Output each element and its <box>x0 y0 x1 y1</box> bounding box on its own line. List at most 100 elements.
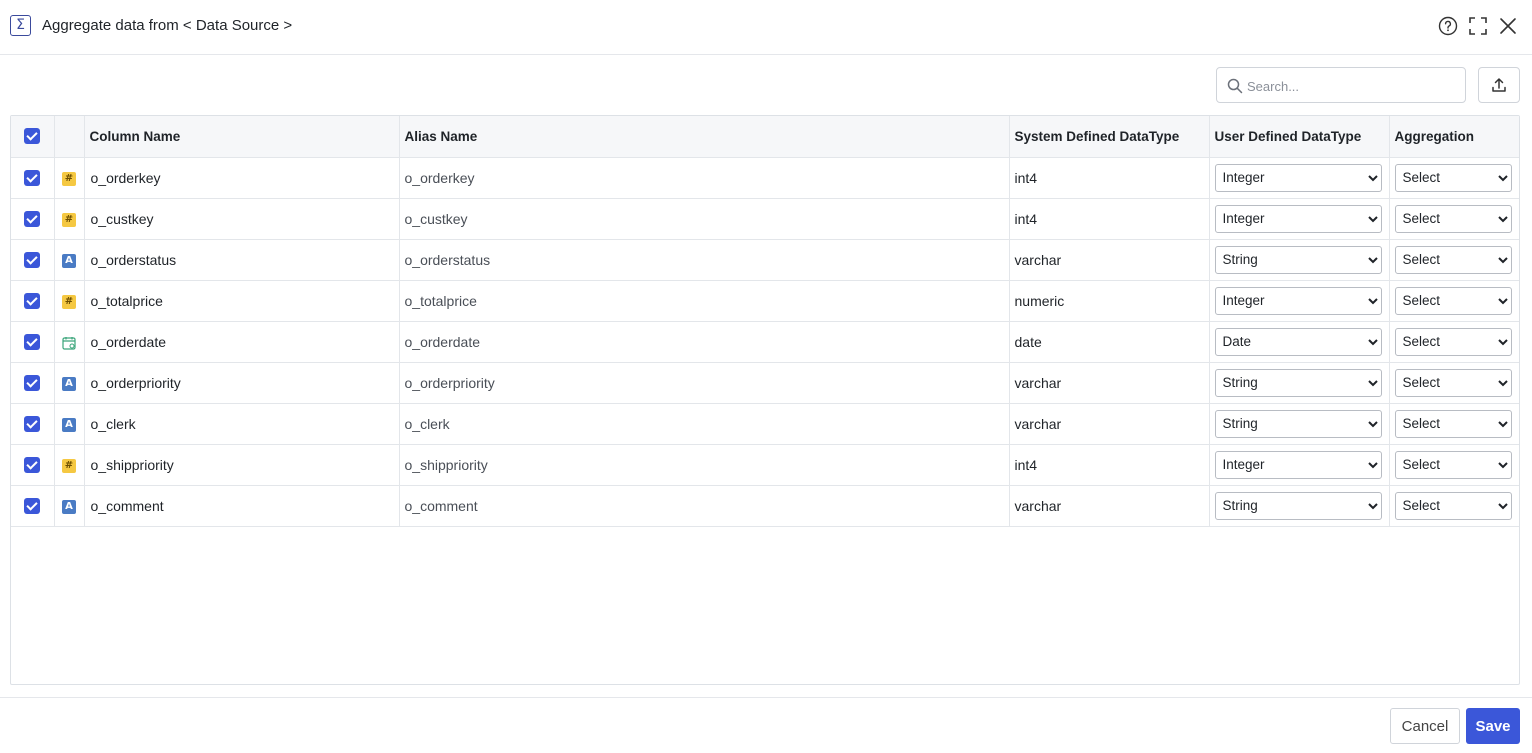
close-button[interactable] <box>1497 15 1519 37</box>
number-icon: # <box>62 171 76 186</box>
user-type-select[interactable]: Integer <box>1214 163 1382 192</box>
aggregation-select[interactable]: Select <box>1394 450 1512 479</box>
alias-name-header[interactable]: Alias Name <box>399 116 1010 158</box>
aggregation-select[interactable]: Select <box>1394 491 1512 520</box>
user-type-select[interactable]: String <box>1214 368 1382 397</box>
columns-table: Column Name Alias Name System Defined Da… <box>11 116 1519 527</box>
row-checkbox[interactable] <box>24 170 41 187</box>
type-icon-header <box>54 116 85 158</box>
row-type-cell: A <box>54 239 85 281</box>
close-icon <box>1500 18 1516 34</box>
aggregation-cell: Select <box>1389 321 1519 363</box>
aggregation-cell: Select <box>1389 198 1519 240</box>
row-checkbox-cell <box>11 157 55 199</box>
save-button[interactable]: Save <box>1466 708 1520 744</box>
column-name-cell: o_custkey <box>84 198 400 240</box>
row-checkbox[interactable] <box>24 375 41 392</box>
aggregation-select[interactable]: Select <box>1394 204 1512 233</box>
alias-name-cell[interactable]: o_totalprice <box>399 280 1010 322</box>
column-name-header[interactable]: Column Name <box>84 116 400 158</box>
user-type-cell: Date <box>1209 321 1390 363</box>
date-icon <box>62 336 76 350</box>
aggregation-select[interactable]: Select <box>1394 327 1512 356</box>
aggregation-select[interactable]: Select <box>1394 409 1512 438</box>
alias-name-cell[interactable]: o_orderdate <box>399 321 1010 363</box>
aggregation-header[interactable]: Aggregation <box>1389 116 1519 158</box>
system-type-cell: varchar <box>1009 485 1210 527</box>
user-type-cell: String <box>1209 239 1390 281</box>
table-row: # o_orderkey o_orderkey int4 Integer Select <box>11 157 1519 199</box>
aggregation-cell: Select <box>1389 444 1519 486</box>
user-type-cell: Integer <box>1209 157 1390 199</box>
user-type-select[interactable]: Date <box>1214 327 1382 356</box>
table-row: Ao_clerk o_clerk varchar String Select <box>11 403 1519 445</box>
row-type-cell: A <box>54 485 85 527</box>
alias-name-cell[interactable]: o_clerk <box>399 403 1010 445</box>
column-name-cell: o_orderkey <box>84 157 400 199</box>
user-type-cell: String <box>1209 403 1390 445</box>
user-type-cell: String <box>1209 485 1390 527</box>
alias-name-cell[interactable]: o_custkey <box>399 198 1010 240</box>
alias-name-cell[interactable]: o_orderstatus <box>399 239 1010 281</box>
alias-name-cell[interactable]: o_orderpriority <box>399 362 1010 404</box>
upload-button[interactable] <box>1478 67 1520 103</box>
aggregation-cell: Select <box>1389 280 1519 322</box>
alias-name-cell[interactable]: o_shippriority <box>399 444 1010 486</box>
aggregation-select[interactable]: Select <box>1394 245 1512 274</box>
user-type-select[interactable]: String <box>1214 491 1382 520</box>
column-name-cell: o_comment <box>84 485 400 527</box>
user-type-select[interactable]: Integer <box>1214 450 1382 479</box>
dialog-title: Aggregate data from < Data Source > <box>42 17 293 34</box>
user-type-select[interactable]: Integer <box>1214 286 1382 315</box>
row-checkbox-cell <box>11 362 55 404</box>
system-type-cell: int4 <box>1009 157 1210 199</box>
user-type-cell: String <box>1209 362 1390 404</box>
row-checkbox[interactable] <box>24 457 41 474</box>
user-type-header[interactable]: User Defined DataType <box>1209 116 1390 158</box>
system-type-header[interactable]: System Defined DataType <box>1009 116 1210 158</box>
column-name-cell: o_orderdate <box>84 321 400 363</box>
string-icon: A <box>62 253 76 268</box>
row-checkbox[interactable] <box>24 293 41 310</box>
row-type-cell: # <box>54 198 85 240</box>
user-type-select[interactable]: String <box>1214 409 1382 438</box>
column-name-cell: o_totalprice <box>84 280 400 322</box>
alias-name-cell[interactable]: o_orderkey <box>399 157 1010 199</box>
calendar-icon <box>62 336 76 350</box>
select-all-checkbox[interactable] <box>24 128 41 145</box>
table-row: Ao_orderstatus o_orderstatus varchar String… <box>11 239 1519 281</box>
expand-icon <box>1469 17 1487 35</box>
search-box <box>1216 67 1466 103</box>
user-type-select[interactable]: String <box>1214 245 1382 274</box>
row-checkbox[interactable] <box>24 252 41 269</box>
user-type-select[interactable]: Integer <box>1214 204 1382 233</box>
string-icon: A <box>62 499 76 514</box>
row-checkbox-cell <box>11 403 55 445</box>
user-type-cell: Integer <box>1209 444 1390 486</box>
table-row: Ao_comment o_comment varchar String Select <box>11 485 1519 527</box>
row-checkbox[interactable] <box>24 416 41 433</box>
aggregation-cell: Select <box>1389 157 1519 199</box>
help-button[interactable] <box>1437 15 1459 37</box>
search-input[interactable] <box>1247 76 1457 96</box>
row-checkbox-cell <box>11 444 55 486</box>
row-checkbox[interactable] <box>24 211 41 228</box>
aggregation-select[interactable]: Select <box>1394 163 1512 192</box>
aggregation-select[interactable]: Select <box>1394 368 1512 397</box>
row-checkbox-cell <box>11 485 55 527</box>
system-type-cell: varchar <box>1009 403 1210 445</box>
number-icon: # <box>62 212 76 227</box>
row-checkbox-cell <box>11 280 55 322</box>
table-row: # o_totalprice o_totalprice numeric Integer S… <box>11 280 1519 322</box>
system-type-cell: varchar <box>1009 362 1210 404</box>
help-icon <box>1438 16 1458 36</box>
row-type-cell: # <box>54 157 85 199</box>
alias-name-cell[interactable]: o_comment <box>399 485 1010 527</box>
maximize-button[interactable] <box>1467 15 1489 37</box>
row-checkbox-cell <box>11 198 55 240</box>
row-checkbox[interactable] <box>24 334 41 351</box>
aggregation-select[interactable]: Select <box>1394 286 1512 315</box>
cancel-button[interactable]: Cancel <box>1390 708 1460 744</box>
string-icon: A <box>62 376 76 391</box>
row-checkbox[interactable] <box>24 498 41 515</box>
